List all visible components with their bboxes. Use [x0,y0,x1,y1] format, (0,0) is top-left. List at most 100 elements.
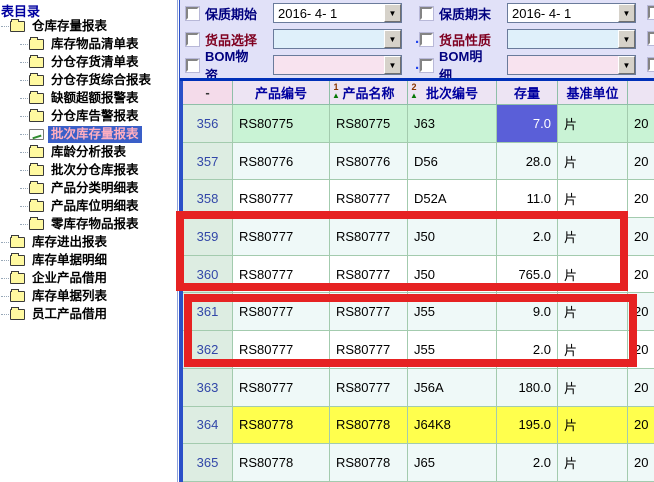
batch-code-cell[interactable]: J56A [408,369,497,407]
report-pen-icon [29,129,44,140]
goods-select-combobox[interactable]: ▼ [273,29,402,49]
tree-item[interactable]: 库存单据明细 [0,251,177,269]
stock-qty-cell[interactable]: 7.0 [497,105,558,143]
column-header[interactable]: 1▲ 产品名称 [330,81,408,105]
checkbox[interactable] [420,33,433,46]
filter-label: BOM明细 [439,46,492,78]
tree-item[interactable]: 库存物品清单表 [0,35,177,53]
batch-code-cell[interactable]: J64K8 [408,407,497,445]
dropdown-arrow-icon[interactable]: ▼ [384,30,401,48]
tree-item[interactable]: 库存单据列表 [0,287,177,305]
tree-item[interactable]: 零库存物品报表 [0,215,177,233]
sort-asc-icon: ▲ [410,92,418,100]
stock-qty-cell[interactable]: 180.0 [497,369,558,407]
product-name-cell[interactable]: RS80776 [330,143,408,181]
tree-item[interactable]: 库存进出报表 [0,233,177,251]
checkbox[interactable] [648,32,654,45]
column-header[interactable]: ▲ 生 [628,81,654,105]
checkbox[interactable] [186,59,199,72]
product-name-cell[interactable]: RS80775 [330,105,408,143]
table-row[interactable]: 364 RS80778 RS80778 J64K8 195.0 片 20 [183,407,654,445]
column-header[interactable]: ▲ 产品编号 [233,81,330,105]
tree-item[interactable]: 分仓库告警报表 [0,107,177,125]
checkbox[interactable] [648,6,654,19]
folder-icon [10,255,25,266]
tree-item[interactable]: 企业产品借用 [0,269,177,287]
expiry-start-combobox[interactable]: 2016- 4- 1 ▼ [273,3,402,23]
base-unit-cell[interactable]: 片 [558,444,628,482]
row-number-cell[interactable]: 365 [183,444,233,482]
table-row[interactable]: 356 RS80775 RS80775 J63 7.0 片 20 [183,105,654,143]
checkbox[interactable] [420,59,433,72]
batch-code-cell[interactable]: J63 [408,105,497,143]
checkbox[interactable] [186,33,199,46]
dropdown-arrow-icon[interactable]: ▼ [384,56,401,74]
tree-connector [20,98,28,99]
checkbox[interactable] [186,7,199,20]
filter-label: 保质期末 [439,4,492,23]
product-code-cell[interactable]: RS80778 [233,407,330,445]
product-code-cell[interactable]: RS80775 [233,105,330,143]
table-row[interactable]: 363 RS80777 RS80777 J56A 180.0 片 20 [183,369,654,407]
tree-item[interactable]: 缺额超额报警表 [0,89,177,107]
batch-code-cell[interactable]: D56 [408,143,497,181]
prod-date-cell[interactable]: 20 [628,105,654,143]
row-number-cell[interactable]: 364 [183,407,233,445]
base-unit-cell[interactable]: 片 [558,143,628,181]
batch-code-cell[interactable]: J65 [408,444,497,482]
tree-item[interactable]: 产品分类明细表 [0,179,177,197]
column-header[interactable]: ▲ 基准单位 [558,81,628,105]
column-header[interactable]: ▲ - [183,81,233,105]
row-number-cell[interactable]: 363 [183,369,233,407]
tree-item[interactable]: 员工产品借用 [0,305,177,323]
product-code-cell[interactable]: RS80778 [233,444,330,482]
checkbox[interactable] [420,7,433,20]
bom-detail-combobox[interactable]: ▼ [507,55,636,75]
tree-item-label: 零库存物品报表 [48,216,142,233]
tree-item[interactable]: 批次库存量报表 [0,125,177,143]
prod-date-cell[interactable]: 20 [628,180,654,218]
dropdown-arrow-icon[interactable]: ▼ [618,56,635,74]
stock-qty-cell[interactable]: 2.0 [497,444,558,482]
bom-material-combobox[interactable]: ▼ [273,55,402,75]
base-unit-cell[interactable]: 片 [558,369,628,407]
prod-date-cell[interactable]: 20 [628,218,654,256]
column-header[interactable]: 2▲ 批次编号 [408,81,497,105]
tree-connector [20,206,28,207]
prod-date-cell[interactable]: 20 [628,369,654,407]
product-code-cell[interactable]: RS80776 [233,143,330,181]
prod-date-cell[interactable]: 20 [628,444,654,482]
product-name-cell[interactable]: RS80778 [330,444,408,482]
stock-qty-cell[interactable]: 28.0 [497,143,558,181]
stock-qty-cell[interactable]: 195.0 [497,407,558,445]
tree-item[interactable]: 产品库位明细表 [0,197,177,215]
base-unit-cell[interactable]: 片 [558,407,628,445]
tree-item[interactable]: 库龄分析报表 [0,143,177,161]
filter-group-expiry-end: 保质期末 2016- 4- 1 ▼ [420,2,636,24]
tree-item[interactable]: 仓库存量报表 [0,17,177,35]
prod-date-cell[interactable]: 20 [628,256,654,294]
table-row[interactable]: 365 RS80778 RS80778 J65 2.0 片 20 [183,444,654,482]
checkbox[interactable] [648,58,654,71]
product-name-cell[interactable]: RS80778 [330,407,408,445]
row-number-cell[interactable]: 357 [183,143,233,181]
tree-item[interactable]: 批次分仓库报表 [0,161,177,179]
product-code-cell[interactable]: RS80777 [233,369,330,407]
dropdown-arrow-icon[interactable]: ▼ [618,4,635,22]
prod-date-cell[interactable]: 20 [628,143,654,181]
prod-date-cell[interactable]: 20 [628,407,654,445]
column-header[interactable]: ▲ 存量 [497,81,558,105]
goods-nature-combobox[interactable]: ▼ [507,29,636,49]
dropdown-arrow-icon[interactable]: ▼ [618,30,635,48]
product-name-cell[interactable]: RS80777 [330,369,408,407]
table-row[interactable]: 357 RS80776 RS80776 D56 28.0 片 20 [183,143,654,181]
tree-item[interactable]: 分仓存货综合报表 [0,71,177,89]
base-unit-cell[interactable]: 片 [558,105,628,143]
tree-item[interactable]: 分仓存货清单表 [0,53,177,71]
sidebar-title: 表目录 [0,0,177,17]
dropdown-arrow-icon[interactable]: ▼ [384,4,401,22]
app-window: 表目录 仓库存量报表 库存物品清单表 分仓存货清单表 [0,0,654,482]
expiry-end-combobox[interactable]: 2016- 4- 1 ▼ [507,3,636,23]
row-number-cell[interactable]: 356 [183,105,233,143]
grid-header: ▲ - ▲ 产品编号 1▲ 产品名称 2▲ 批 [183,81,654,105]
